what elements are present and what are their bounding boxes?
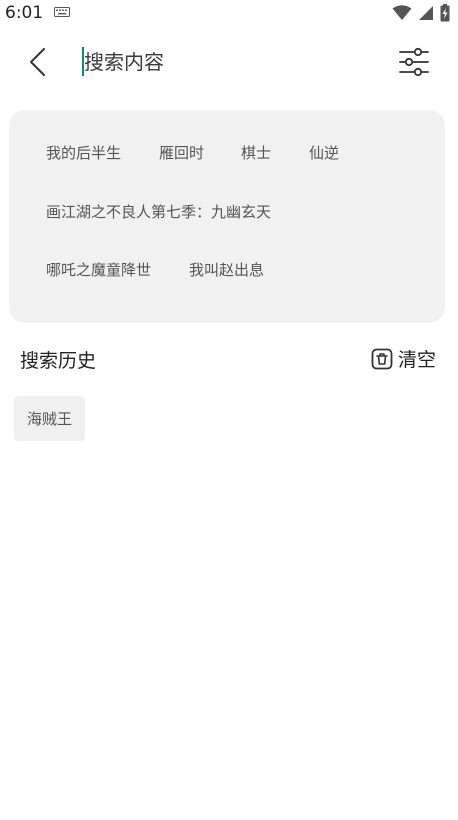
hot-tag[interactable]: 哪吒之魔童降世 [46,259,151,280]
hot-tag-row: 我的后半生 雁回时 棋士 仙逆 [46,142,339,163]
search-header [0,36,458,88]
status-bar: 6:01 [0,0,458,26]
hot-tag[interactable]: 仙逆 [309,142,339,163]
wifi-icon [392,5,412,20]
history-item[interactable]: 海贼王 [14,396,86,441]
hot-tag[interactable]: 画江湖之不良人第七季：九幽玄天 [46,201,271,222]
search-input[interactable] [82,46,374,78]
hot-tag-row: 哪吒之魔童降世 我叫赵出息 [46,259,264,280]
status-icons [392,4,450,22]
signal-icon [419,6,433,20]
hot-tag[interactable]: 我的后半生 [46,142,121,163]
sliders-icon [399,47,429,77]
hot-tag-row: 画江湖之不良人第七季：九幽玄天 [46,201,271,222]
chevron-left-icon [30,48,45,76]
text-cursor [82,47,84,76]
keyboard-icon [54,7,70,17]
hot-tag[interactable]: 我叫赵出息 [189,259,264,280]
back-button[interactable] [18,42,58,82]
trash-icon [371,348,393,369]
status-time: 6:01 [5,3,44,23]
battery-charging-icon [440,4,450,22]
hot-tag[interactable]: 棋士 [241,142,271,163]
hot-search-panel: 我的后半生 雁回时 棋士 仙逆 画江湖之不良人第七季：九幽玄天 哪吒之魔童降世 … [9,110,445,323]
filter-button[interactable] [396,44,432,80]
clear-history-label: 清空 [397,349,436,371]
history-title: 搜索历史 [20,350,97,372]
clear-history-button[interactable]: 清空 [371,345,436,372]
hot-tag[interactable]: 雁回时 [159,142,204,163]
